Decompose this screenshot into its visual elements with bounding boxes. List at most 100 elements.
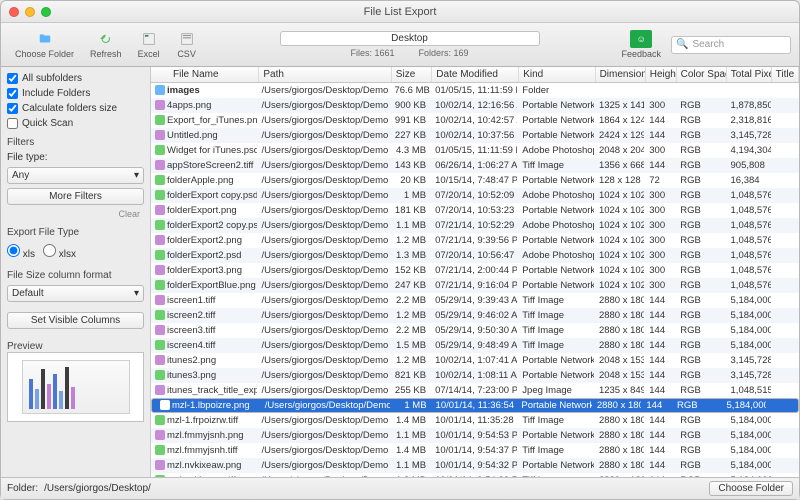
- cell-name: itunes3.png: [151, 370, 258, 381]
- cell-name: folderApple.png: [151, 175, 258, 186]
- cell-path: /Users/giorgos/Desktop/DemoFolder/i...: [258, 220, 391, 231]
- table-row[interactable]: folderExport2.psd/Users/giorgos/Desktop/…: [151, 248, 799, 263]
- table-row[interactable]: Export_for_iTunes.png/Users/giorgos/Desk…: [151, 113, 799, 128]
- cell-size: 152 KB: [390, 265, 431, 276]
- cell-date: 07/21/14, 2:00:44 PM: [431, 265, 518, 276]
- cell-path: /Users/giorgos/Desktop/DemoFolder/i...: [258, 100, 391, 111]
- cell-px: 5,184,000: [727, 445, 772, 456]
- cell-date: 01/05/15, 11:11:59 PM: [431, 145, 518, 156]
- cell-px: 1,048,576: [727, 190, 772, 201]
- cell-px: 3,145,728: [727, 370, 772, 381]
- table-row[interactable]: mzl-1.frpoizrw.tiff/Users/giorgos/Deskto…: [151, 413, 799, 428]
- cell-name: iscreen2.tiff: [151, 310, 258, 321]
- all-subfolders-checkbox[interactable]: All subfolders: [7, 73, 144, 84]
- table-row[interactable]: iscreen1.tiff/Users/giorgos/Desktop/Demo…: [151, 293, 799, 308]
- csv-button[interactable]: CSV: [170, 28, 204, 61]
- cell-height: 144: [642, 400, 673, 411]
- cell-name: folderExport2 copy.psd: [151, 220, 258, 231]
- cell-kind: Adobe Photoshop...: [518, 190, 595, 201]
- table-row[interactable]: folderExport2 copy.psd/Users/giorgos/Des…: [151, 218, 799, 233]
- cell-size: 1 MB: [391, 400, 431, 411]
- cell-dim: 1024 x 1024: [595, 280, 645, 291]
- column-header-dim[interactable]: Dimensions: [596, 67, 646, 82]
- table-row[interactable]: folderExportBlue.png/Users/giorgos/Deskt…: [151, 278, 799, 293]
- choose-folder-button[interactable]: Choose Folder: [9, 28, 80, 61]
- table-row[interactable]: 4apps.png/Users/giorgos/Desktop/DemoFold…: [151, 98, 799, 113]
- preview-label: Preview: [7, 341, 144, 352]
- table-row[interactable]: folderApple.png/Users/giorgos/Desktop/De…: [151, 173, 799, 188]
- cell-date: 07/20/14, 10:52:09 PM: [431, 190, 518, 201]
- column-header-kind[interactable]: Kind: [519, 67, 595, 82]
- file-type-select[interactable]: Any ▾: [7, 167, 144, 184]
- table-row[interactable]: folderExport.png/Users/giorgos/Desktop/D…: [151, 203, 799, 218]
- table-row[interactable]: iscreen2.tiff/Users/giorgos/Desktop/Demo…: [151, 308, 799, 323]
- excel-button[interactable]: Excel: [132, 28, 166, 61]
- column-header-path[interactable]: Path: [259, 67, 391, 82]
- cell-size: 1.4 MB: [390, 445, 431, 456]
- more-filters-button[interactable]: More Filters: [7, 188, 144, 205]
- table-row[interactable]: itunes3.png/Users/giorgos/Desktop/DemoFo…: [151, 368, 799, 383]
- column-header-size[interactable]: Size: [392, 67, 433, 82]
- cell-path: /Users/giorgos/Desktop/DemoFolder/i...: [258, 280, 391, 291]
- table-row[interactable]: mzl.fmmyjsnh.tiff/Users/giorgos/Desktop/…: [151, 443, 799, 458]
- file-icon: [155, 310, 165, 320]
- table-row[interactable]: mzl-1.lbpoizre.png/Users/giorgos/Desktop…: [151, 398, 799, 413]
- cell-name: folderExport2.psd: [151, 250, 258, 261]
- cell-height: 300: [645, 145, 676, 156]
- set-columns-button[interactable]: Set Visible Columns: [7, 312, 144, 329]
- cell-kind: Portable Network G...: [518, 205, 595, 216]
- cell-dim: 2880 x 1800: [595, 445, 645, 456]
- table-row[interactable]: Untitled.png/Users/giorgos/Desktop/DemoF…: [151, 128, 799, 143]
- column-header-name[interactable]: File Name: [151, 67, 259, 82]
- table-row[interactable]: images/Users/giorgos/Desktop/DemoFolder/…: [151, 83, 799, 98]
- cell-size: 1 MB: [390, 190, 431, 201]
- xls-radio[interactable]: xls: [7, 244, 35, 260]
- xlsx-radio[interactable]: xlsx: [43, 244, 76, 260]
- table-row[interactable]: Widget for iTunes.psd/Users/giorgos/Desk…: [151, 143, 799, 158]
- cell-height: 300: [645, 205, 676, 216]
- cell-px: 5,184,000: [727, 340, 772, 351]
- table-body[interactable]: images/Users/giorgos/Desktop/DemoFolder/…: [151, 83, 799, 477]
- table-row[interactable]: appStoreScreen2.tiff/Users/giorgos/Deskt…: [151, 158, 799, 173]
- table-row[interactable]: folderExport copy.psd/Users/giorgos/Desk…: [151, 188, 799, 203]
- cell-kind: Portable Network G...: [518, 370, 595, 381]
- table-row[interactable]: itunes2.png/Users/giorgos/Desktop/DemoFo…: [151, 353, 799, 368]
- table-row[interactable]: iscreen4.tiff/Users/giorgos/Desktop/Demo…: [151, 338, 799, 353]
- location-box[interactable]: Desktop: [280, 31, 540, 46]
- cell-cs: RGB: [676, 115, 726, 126]
- table-row[interactable]: mzl.fmmyjsnh.png/Users/giorgos/Desktop/D…: [151, 428, 799, 443]
- include-folders-checkbox[interactable]: Include Folders: [7, 88, 144, 99]
- calculate-size-checkbox[interactable]: Calculate folders size: [7, 103, 144, 114]
- refresh-button[interactable]: Refresh: [84, 28, 128, 61]
- file-icon: [155, 370, 165, 380]
- file-icon: [155, 220, 165, 230]
- column-header-date[interactable]: Date Modified: [432, 67, 519, 82]
- clear-filters-button[interactable]: Clear: [7, 209, 144, 219]
- cell-path: /Users/giorgos/Desktop/DemoFolder/i...: [261, 400, 392, 411]
- cell-height: 144: [645, 160, 676, 171]
- cell-cs: RGB: [676, 460, 726, 471]
- feedback-button[interactable]: ☺ Feedback: [615, 28, 667, 61]
- table-row[interactable]: folderExport2.png/Users/giorgos/Desktop/…: [151, 233, 799, 248]
- cell-path: /Users/giorgos/Desktop/DemoFolder/i...: [258, 115, 391, 126]
- quick-scan-checkbox[interactable]: Quick Scan: [7, 118, 144, 129]
- cell-date: 06/26/14, 1:06:27 AM: [431, 160, 518, 171]
- column-header-cs[interactable]: Color Space: [677, 67, 727, 82]
- column-header-height[interactable]: Height: [646, 67, 677, 82]
- cell-px: 5,184,000: [727, 295, 772, 306]
- column-header-px[interactable]: Total Pixels: [727, 67, 772, 82]
- cell-path: /Users/giorgos/Desktop/DemoFolder/i...: [258, 265, 391, 276]
- column-header-title[interactable]: Title: [772, 67, 799, 82]
- cell-date: 07/20/14, 10:53:23 PM: [431, 205, 518, 216]
- cell-size: 1.2 MB: [390, 235, 431, 246]
- file-icon: [155, 295, 165, 305]
- cell-date: 07/21/14, 9:39:56 PM: [431, 235, 518, 246]
- search-input[interactable]: 🔍 Search: [671, 36, 791, 54]
- table-row[interactable]: mzl.nvkixeaw.png/Users/giorgos/Desktop/D…: [151, 458, 799, 473]
- cell-name: Export_for_iTunes.png: [151, 115, 258, 126]
- table-row[interactable]: folderExport3.png/Users/giorgos/Desktop/…: [151, 263, 799, 278]
- choose-folder-footer-button[interactable]: Choose Folder: [709, 481, 793, 496]
- table-row[interactable]: iscreen3.tiff/Users/giorgos/Desktop/Demo…: [151, 323, 799, 338]
- table-row[interactable]: itunes_track_title_export.jpg/Users/gior…: [151, 383, 799, 398]
- size-column-select[interactable]: Default ▾: [7, 285, 144, 302]
